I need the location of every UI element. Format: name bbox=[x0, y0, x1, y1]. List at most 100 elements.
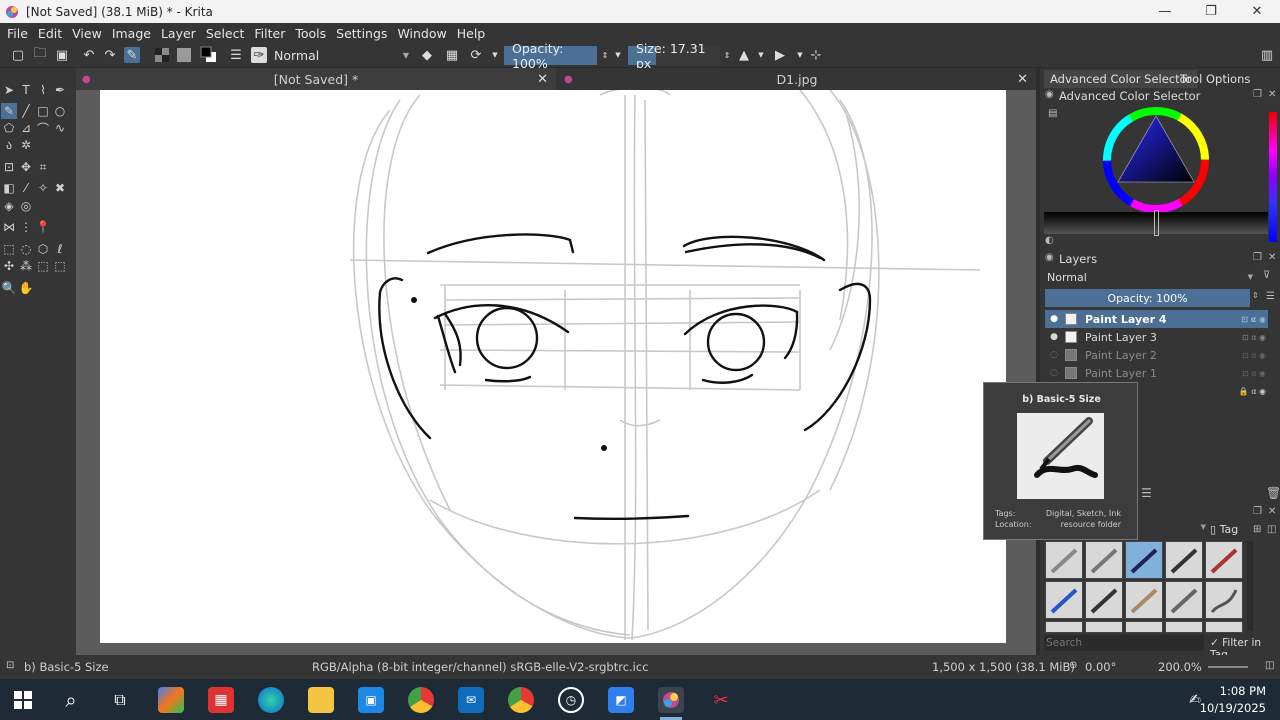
chevron-down-icon[interactable]: ▼ bbox=[1138, 523, 1206, 538]
outlook-icon[interactable]: ✉ bbox=[458, 687, 484, 713]
fullscreen-icon[interactable]: ◫ bbox=[1265, 660, 1274, 671]
close-panel-icon[interactable]: ✕ bbox=[1268, 506, 1276, 517]
gift-app-icon[interactable]: ▦ bbox=[208, 687, 234, 713]
brush-preset[interactable] bbox=[1165, 621, 1203, 633]
brush-edit-icon[interactable]: ✎ bbox=[124, 47, 140, 63]
reload-preset-icon[interactable]: ⟳ bbox=[468, 47, 484, 63]
brush-preset[interactable] bbox=[1085, 581, 1123, 619]
menu-view[interactable]: View bbox=[67, 26, 107, 41]
bezier-select-icon[interactable]: ⬚ bbox=[35, 258, 51, 274]
menu-file[interactable]: File bbox=[2, 26, 33, 41]
calligraphy-icon[interactable]: ✒ bbox=[52, 82, 68, 98]
redo-icon[interactable]: ↷ bbox=[102, 47, 118, 63]
system-clock[interactable]: 1:08 PM 10/19/2025 bbox=[1200, 683, 1266, 717]
layer-row[interactable]: ◌ Paint Layer 2 ⊡ α ◉ bbox=[1045, 346, 1268, 364]
copilot-icon[interactable] bbox=[158, 687, 184, 713]
chevron-down-icon[interactable]: ▼ bbox=[610, 47, 626, 63]
fg-bg-color-icon[interactable] bbox=[200, 46, 216, 63]
select-shapes-icon[interactable]: ➤ bbox=[1, 82, 17, 98]
layer-flags-icon[interactable]: ⊡ α ◉ bbox=[1242, 351, 1266, 360]
brush-view-menu-icon[interactable]: ☰ bbox=[1141, 486, 1152, 500]
brush-preset[interactable] bbox=[1085, 541, 1123, 579]
layer-flags-icon[interactable]: ⊡ α ◉ bbox=[1241, 315, 1266, 324]
blend-mode-select[interactable]: Normal ▼ bbox=[270, 46, 413, 65]
workspace-chooser-icon[interactable]: ▥ bbox=[1259, 47, 1275, 63]
edit-shapes-icon[interactable]: ⌇ bbox=[35, 82, 51, 98]
move-tool-icon[interactable]: ✥ bbox=[18, 159, 34, 175]
assistant-icon[interactable]: ⋈ bbox=[1, 219, 17, 235]
add-tag-icon[interactable]: ⊞ bbox=[1253, 524, 1261, 535]
menu-image[interactable]: Image bbox=[107, 26, 156, 41]
ellipse-tool-icon[interactable]: ○ bbox=[52, 103, 68, 119]
size-stepper-icon[interactable]: ⇕ bbox=[719, 47, 735, 63]
task-view-icon[interactable]: ⧉ bbox=[107, 687, 133, 713]
maximize-button[interactable]: ❐ bbox=[1188, 0, 1234, 23]
edge-browser-icon[interactable] bbox=[258, 687, 284, 713]
polygon-select-icon[interactable]: ⬡ bbox=[35, 241, 51, 257]
mirror-horizontal-icon[interactable]: ▲ bbox=[736, 47, 752, 63]
layer-row[interactable]: ● Paint Layer 4 ⊡ α ◉ bbox=[1045, 310, 1268, 328]
float-panel-icon[interactable]: ❐ bbox=[1253, 89, 1262, 100]
freehand-path-icon[interactable]: ∿ bbox=[52, 120, 68, 136]
opacity-stepper-icon[interactable]: ⇕ bbox=[1252, 291, 1259, 300]
lock-icon[interactable]: 🔒 α ◉ bbox=[1239, 387, 1266, 396]
eye-icon[interactable]: ● bbox=[1047, 314, 1061, 324]
layer-menu-icon[interactable]: ☰ bbox=[1266, 291, 1275, 302]
brush-preset-icon[interactable]: ✑ bbox=[251, 47, 267, 63]
float-panel-icon[interactable]: ❐ bbox=[1253, 252, 1262, 263]
eye-icon[interactable]: ● bbox=[1047, 332, 1061, 342]
image-editor-icon[interactable]: ◩ bbox=[608, 687, 634, 713]
chevron-down-icon[interactable]: ▼ bbox=[753, 47, 769, 63]
brush-search-input[interactable] bbox=[1044, 635, 1204, 651]
drawing-canvas[interactable] bbox=[100, 90, 1006, 643]
open-folder-icon[interactable]: 🗀 bbox=[32, 46, 48, 63]
color-wheel[interactable] bbox=[1100, 104, 1212, 216]
preserve-alpha-icon[interactable]: ▦ bbox=[444, 47, 460, 63]
store-icon[interactable]: ▣ bbox=[358, 687, 384, 713]
fill-tool-icon[interactable]: ◈ bbox=[1, 198, 17, 214]
similar-select-icon[interactable]: ⁂ bbox=[18, 258, 34, 274]
menu-select[interactable]: Select bbox=[201, 26, 250, 41]
tab-not-saved[interactable]: ● [Not Saved] * ✕ bbox=[76, 68, 556, 90]
hue-strip[interactable] bbox=[1269, 112, 1277, 242]
line-tool-icon[interactable]: ╱ bbox=[18, 103, 34, 119]
assistant-tool-icon[interactable]: ✖ bbox=[52, 180, 68, 196]
opacity-slider[interactable]: Opacity: 100% bbox=[504, 41, 597, 71]
reference-images-icon[interactable]: 📍 bbox=[35, 219, 51, 235]
layer-blend-select[interactable]: Normal ▼ bbox=[1045, 269, 1255, 285]
menu-settings[interactable]: Settings bbox=[331, 26, 392, 41]
reset-color-icon[interactable]: ◐ bbox=[1045, 235, 1054, 246]
brush-preset[interactable] bbox=[1205, 541, 1243, 579]
canvas-area[interactable] bbox=[76, 90, 1036, 655]
new-document-icon[interactable]: ▢ bbox=[10, 47, 26, 63]
enclose-fill-icon[interactable]: ◎ bbox=[18, 198, 34, 214]
filter-icon[interactable]: ⊽ bbox=[1263, 270, 1270, 281]
brush-preset[interactable] bbox=[1085, 621, 1123, 633]
pin-app-icon[interactable]: ✂ bbox=[708, 687, 734, 713]
rect-select-icon[interactable]: ⬚ bbox=[1, 241, 17, 257]
menu-help[interactable]: Help bbox=[452, 26, 491, 41]
eraser-icon[interactable]: ◆ bbox=[419, 47, 435, 63]
zoom-tool-icon[interactable]: 🔍 bbox=[1, 280, 17, 296]
gradient-tool-icon[interactable]: ◧ bbox=[1, 180, 17, 196]
brush-scrollbar[interactable] bbox=[1247, 541, 1253, 631]
gradient-icon[interactable] bbox=[154, 47, 170, 63]
chrome-profile-icon[interactable] bbox=[508, 687, 534, 713]
chrome-icon[interactable] bbox=[408, 687, 434, 713]
ellipse-select-icon[interactable]: ◌ bbox=[18, 241, 34, 257]
menu-tools[interactable]: Tools bbox=[290, 26, 331, 41]
menu-filter[interactable]: Filter bbox=[249, 26, 290, 41]
contiguous-select-icon[interactable]: ✣ bbox=[1, 258, 17, 274]
brush-preset[interactable] bbox=[1125, 621, 1163, 633]
polyline-tool-icon[interactable]: ⊿ bbox=[18, 120, 34, 136]
file-explorer-icon[interactable] bbox=[308, 687, 334, 713]
tab-tool-options[interactable]: Tool Options bbox=[1174, 70, 1256, 88]
brush-preset[interactable] bbox=[1205, 621, 1243, 633]
rectangle-tool-icon[interactable]: □ bbox=[35, 103, 51, 119]
perspective-grid-icon[interactable]: ⋮ bbox=[18, 219, 34, 235]
brush-settings-icon[interactable]: ☰ bbox=[228, 47, 244, 63]
brush-preset[interactable] bbox=[1125, 581, 1163, 619]
bezier-tool-icon[interactable]: ⌒ bbox=[35, 120, 51, 136]
freehand-select-icon[interactable]: ℓ bbox=[52, 241, 68, 257]
brush-preset-basic-5-size[interactable] bbox=[1125, 541, 1163, 579]
